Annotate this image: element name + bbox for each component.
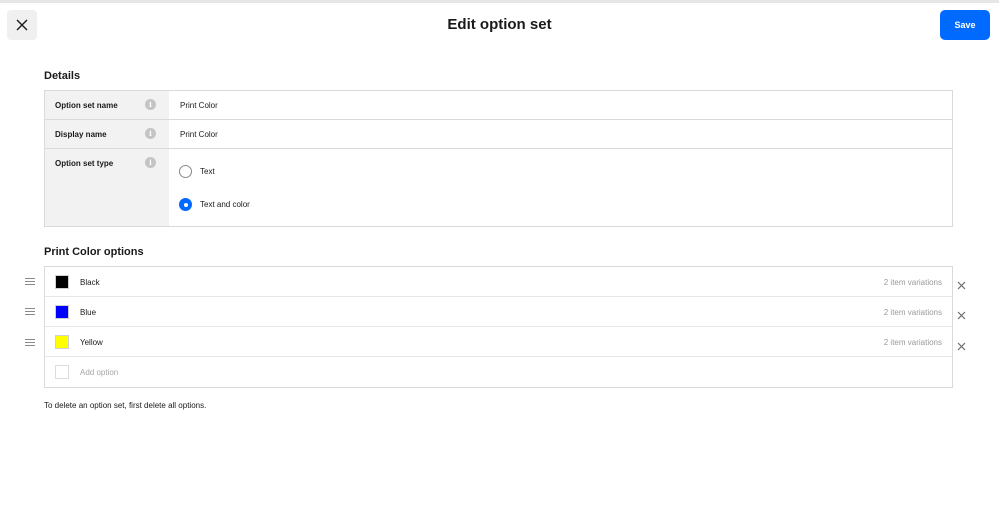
color-swatch[interactable] [55,305,69,319]
add-option-input[interactable]: Add option [80,368,118,377]
remove-option-button[interactable] [957,338,966,351]
drag-handle-icon[interactable] [25,308,35,316]
display-name-label: Display name [55,130,107,139]
empty-swatch [55,365,69,379]
close-icon [957,311,966,320]
option-set-name-label: Option set name [55,101,118,110]
top-divider [0,0,999,3]
list-item[interactable]: Yellow 2 item variations [45,327,952,357]
close-icon [957,342,966,351]
color-swatch[interactable] [55,275,69,289]
label-cell: Option set name i [45,91,169,119]
option-set-name-value[interactable]: Print Color [180,101,218,110]
save-button[interactable]: Save [940,10,990,40]
radio-text[interactable] [179,165,192,178]
option-set-type-label: Option set type [55,159,114,168]
radio-text-and-color[interactable] [179,198,192,211]
drag-handle-icon[interactable] [25,278,35,286]
item-variations-count: 2 item variations [883,278,942,287]
option-label[interactable]: Yellow [80,338,103,347]
display-name-row: Display name i Print Color [45,120,952,149]
info-icon[interactable]: i [145,99,156,110]
item-variations-count: 2 item variations [883,308,942,317]
info-icon[interactable]: i [145,128,156,139]
remove-option-button[interactable] [957,307,966,320]
label-cell: Display name i [45,120,169,148]
option-label[interactable]: Black [80,278,100,287]
options-table: Black 2 item variations Blue 2 item vari… [44,266,953,388]
radio-text-label[interactable]: Text [200,167,215,176]
list-item[interactable]: Black 2 item variations [45,267,952,297]
option-set-name-row: Option set name i Print Color [45,91,952,120]
details-table: Option set name i Print Color Display na… [44,90,953,227]
options-section-title: Print Color options [44,246,144,258]
option-set-type-row: Option set type i Text Text and color [45,149,952,226]
page-title: Edit option set [447,16,552,33]
color-swatch[interactable] [55,335,69,349]
info-icon[interactable]: i [145,157,156,168]
details-section-title: Details [44,70,81,82]
item-variations-count: 2 item variations [883,338,942,347]
option-label[interactable]: Blue [80,308,96,317]
list-item[interactable]: Blue 2 item variations [45,297,952,327]
delete-hint-text: To delete an option set, first delete al… [44,401,207,410]
remove-option-button[interactable] [957,277,966,290]
add-option-row[interactable]: Add option [45,357,952,387]
drag-handle-icon[interactable] [25,339,35,347]
display-name-value[interactable]: Print Color [180,130,218,139]
close-icon [957,281,966,290]
radio-text-and-color-label[interactable]: Text and color [200,200,250,209]
label-cell: Option set type i [45,149,169,226]
